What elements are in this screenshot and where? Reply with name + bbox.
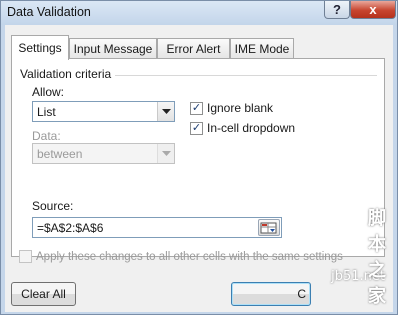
source-value: =$A$2:$A$6 <box>37 221 104 235</box>
ignore-blank-checkbox[interactable]: ✓ Ignore blank <box>190 101 273 115</box>
range-select-icon <box>260 222 277 234</box>
checkbox-box[interactable] <box>19 250 32 263</box>
tab-input-message-label: Input Message <box>73 42 153 56</box>
source-label: Source: <box>32 199 74 213</box>
clear-all-label: Clear All <box>21 287 66 301</box>
help-icon: ? <box>333 2 341 17</box>
tab-ime-mode[interactable]: IME Mode <box>230 38 294 59</box>
group-divider <box>115 75 377 76</box>
chevron-down-icon[interactable] <box>157 102 174 121</box>
data-label: Data: <box>32 129 61 143</box>
apply-to-all-checkbox[interactable]: Apply these changes to all other cells w… <box>19 250 343 263</box>
checkmark-icon[interactable]: ✓ <box>190 121 203 135</box>
data-validation-dialog: Data Validation ? x Settings Input Messa… <box>0 0 398 315</box>
watermark-brand: 脚本之家 <box>368 208 387 307</box>
allow-select[interactable]: List <box>32 101 175 122</box>
checkmark-icon[interactable]: ✓ <box>190 101 203 115</box>
allow-label: Allow: <box>32 85 65 99</box>
allow-value: List <box>37 105 56 119</box>
tab-error-alert[interactable]: Error Alert <box>157 38 230 59</box>
chevron-down-icon[interactable] <box>157 144 174 163</box>
title-bar[interactable]: Data Validation ? x <box>1 1 397 25</box>
close-icon: x <box>369 2 377 17</box>
tab-settings[interactable]: Settings <box>11 35 69 60</box>
tab-ime-mode-label: IME Mode <box>234 42 290 56</box>
source-input[interactable]: =$A$2:$A$6 <box>32 217 282 238</box>
validation-criteria-label: Validation criteria <box>20 67 112 81</box>
tab-input-message[interactable]: Input Message <box>69 38 157 59</box>
settings-panel: Validation criteria Allow: List ✓ Ignore… <box>11 58 385 257</box>
ok-label: C <box>297 287 306 301</box>
ok-button[interactable]: C <box>231 282 311 306</box>
ignore-blank-label: Ignore blank <box>207 101 274 115</box>
in-cell-dropdown-label: In-cell dropdown <box>207 121 296 135</box>
tab-error-alert-label: Error Alert <box>166 42 221 56</box>
data-select[interactable]: between <box>32 143 175 164</box>
help-button[interactable]: ? <box>324 1 350 19</box>
tab-settings-label: Settings <box>18 41 62 55</box>
in-cell-dropdown-checkbox[interactable]: ✓ In-cell dropdown <box>190 121 295 135</box>
data-value: between <box>37 147 83 161</box>
dialog-title: Data Validation <box>7 5 91 19</box>
clear-all-button[interactable]: Clear All <box>11 282 76 306</box>
close-button[interactable]: x <box>350 1 396 19</box>
apply-to-all-label: Apply these changes to all other cells w… <box>36 250 343 263</box>
range-select-button[interactable] <box>258 219 280 236</box>
